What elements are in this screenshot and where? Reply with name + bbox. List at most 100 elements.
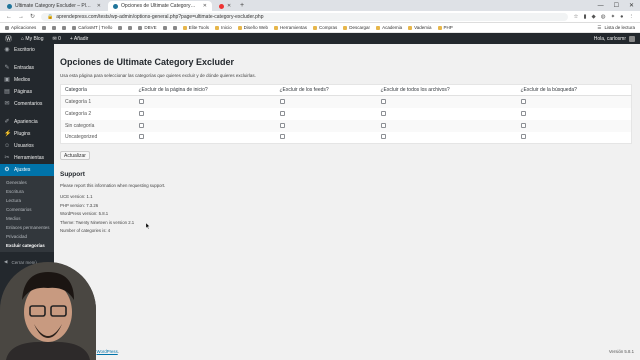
bookmark-item[interactable] (62, 25, 67, 30)
extension-icon[interactable]: ◆ (592, 14, 596, 20)
reading-list[interactable]: ☰ Lista de lectura (597, 25, 635, 31)
close-window-icon[interactable]: ✕ (629, 1, 634, 11)
sidebar-item-brush[interactable]: ✐ Apariencia (0, 116, 54, 128)
bookmark-item[interactable]: CarlosMT | Trello (72, 25, 112, 30)
sidebar-item-media[interactable]: ▣ Medios (0, 74, 54, 86)
exclude-search-checkbox[interactable] (520, 110, 526, 116)
sidebar-item-tools[interactable]: ✂ Herramientas (0, 152, 54, 164)
back-icon[interactable]: ← (6, 14, 12, 20)
bookmark-label: Herramientas (280, 25, 308, 30)
page-icon: ▤ (4, 89, 10, 95)
bookmark-item[interactable]: PHP (437, 25, 453, 30)
submenu-item[interactable]: Escritura (0, 187, 54, 196)
extension-icon[interactable]: ▮ (583, 14, 586, 20)
url-field[interactable]: 🔒 aprendepress.com/tests/wp-admin/option… (41, 12, 568, 21)
browser-tab[interactable]: ✕ (214, 1, 236, 11)
admin-bar-home[interactable]: ⌂ My Blog (21, 36, 43, 42)
exclude-home-checkbox[interactable] (138, 98, 144, 104)
profile-icon[interactable]: ● (620, 14, 623, 20)
exclude-home-checkbox[interactable] (138, 134, 144, 140)
bookmark-item[interactable]: Vademia (408, 25, 432, 30)
minimize-icon[interactable]: — (598, 1, 604, 11)
browser-tab[interactable]: Ultimate Category Excluder – Pl… ✕ (2, 1, 106, 11)
bookmark-item[interactable]: DBVE (138, 25, 157, 30)
bookmark-item[interactable]: Diseño Web (237, 25, 268, 30)
bookmark-item[interactable]: Herramientas (274, 25, 307, 30)
extension-icon[interactable]: ◍ (601, 14, 606, 20)
close-tab-icon[interactable]: ✕ (227, 3, 231, 9)
bookmark-item[interactable] (52, 25, 57, 30)
reload-icon[interactable]: ↻ (30, 13, 35, 20)
submenu-item[interactable]: Excluir categorías (0, 241, 54, 250)
site-favicon-icon (138, 25, 143, 30)
sidebar-item-label: Usuarios (14, 143, 34, 149)
bookmark-item[interactable] (172, 25, 177, 30)
sidebar-item-users[interactable]: ☺ Usuarios (0, 140, 54, 152)
bookmark-item[interactable]: Compras (313, 25, 337, 30)
submenu-item[interactable]: Medios (0, 214, 54, 223)
site-favicon-icon (219, 3, 224, 9)
wordpress-logo-icon[interactable]: Ⓦ (5, 34, 12, 44)
submenu-item[interactable]: Privacidad (0, 232, 54, 241)
admin-bar-account[interactable]: Hola, carlosmr (593, 35, 635, 42)
sidebar-item-comment[interactable]: ✉ Comentarios (0, 98, 54, 110)
bookmark-item[interactable] (162, 25, 167, 30)
forward-icon[interactable]: → (18, 14, 24, 20)
apps-grid-icon (5, 25, 9, 30)
submenu-item[interactable]: Comentarios (0, 205, 54, 214)
exclude-home-checkbox[interactable] (138, 110, 144, 116)
maximize-icon[interactable]: ☐ (614, 1, 619, 11)
bookmark-item[interactable]: Descargar (343, 25, 370, 30)
sidebar-item-pin[interactable]: ✎ Entradas (0, 62, 54, 74)
bookmark-item[interactable]: Inicio (215, 25, 232, 30)
sidebar-item-plugin[interactable]: ⚡ Plugins (0, 128, 54, 140)
brush-icon: ✐ (4, 119, 10, 125)
exclude-archives-checkbox[interactable] (380, 110, 386, 116)
close-tab-icon[interactable]: ✕ (97, 3, 101, 9)
star-icon[interactable]: ☆ (574, 14, 579, 20)
puzzle-icon[interactable]: ✦ (611, 14, 616, 20)
exclude-search-checkbox[interactable] (520, 98, 526, 104)
exclusion-table: Categoría ¿Excluir de la página de inici… (60, 84, 632, 144)
exclude-home-checkbox[interactable] (138, 122, 144, 128)
greeting: Hola, carlosmr (593, 35, 626, 42)
exclude-feeds-checkbox[interactable] (279, 110, 285, 116)
exclude-archives-checkbox[interactable] (380, 98, 386, 104)
exclude-archives-checkbox[interactable] (380, 122, 386, 128)
support-info: UCE version: 1.1 PHP version: 7.3.26 WordP… (60, 193, 634, 236)
wordpress-link[interactable]: WordPress (97, 349, 118, 354)
exclude-search-checkbox[interactable] (520, 134, 526, 140)
exclude-feeds-checkbox[interactable] (279, 134, 285, 140)
support-info-line: UCE version: 1.1 (60, 194, 93, 199)
bookmark-item[interactable] (118, 25, 123, 30)
exclude-feeds-checkbox[interactable] (279, 122, 285, 128)
url-text: aprendepress.com/tests/wp-admin/options-… (56, 13, 264, 20)
sidebar-item-label: Entradas (14, 65, 35, 71)
update-button[interactable]: Actualizar (60, 151, 90, 160)
new-tab-button[interactable]: + (240, 1, 244, 11)
bookmark-label: Compras (319, 25, 338, 30)
wp-admin-bar: Ⓦ ⌂ My Blog ✉ 0 + Añadir Hola, carlosmr (0, 33, 640, 44)
close-tab-icon[interactable]: ✕ (203, 3, 207, 9)
admin-bar-comments[interactable]: ✉ 0 (52, 36, 60, 42)
admin-bar-new[interactable]: + Añadir (70, 36, 89, 42)
bookmark-label: Aplicaciones (11, 25, 37, 30)
submenu-item[interactable]: Generales (0, 178, 54, 187)
submenu-item[interactable]: Enlaces permanentes (0, 223, 54, 232)
sidebar-item-settings[interactable]: ⚙ Ajustes (0, 164, 54, 176)
sidebar-item-label: Páginas (14, 89, 33, 95)
bookmark-item[interactable]: Academia (376, 25, 402, 30)
browser-tab-active[interactable]: Opciones de Ultimate Category… ✕ (108, 1, 212, 11)
bookmark-item[interactable]: Elite Tools (182, 25, 209, 30)
bookmark-item[interactable] (128, 25, 133, 30)
exclude-search-checkbox[interactable] (520, 122, 526, 128)
exclude-feeds-checkbox[interactable] (279, 98, 285, 104)
browser-tab-strip: Ultimate Category Excluder – Pl… ✕ Opcio… (0, 0, 640, 11)
sidebar-item-page[interactable]: ▤ Páginas (0, 86, 54, 98)
sidebar-item-dashboard[interactable]: ◉ Escritorio (0, 44, 54, 56)
exclude-archives-checkbox[interactable] (380, 134, 386, 140)
bookmark-item[interactable]: Aplicaciones (5, 25, 36, 30)
menu-dots-icon[interactable]: ⋮ (629, 14, 635, 20)
submenu-item[interactable]: Lectura (0, 196, 54, 205)
bookmark-item[interactable] (42, 25, 47, 30)
